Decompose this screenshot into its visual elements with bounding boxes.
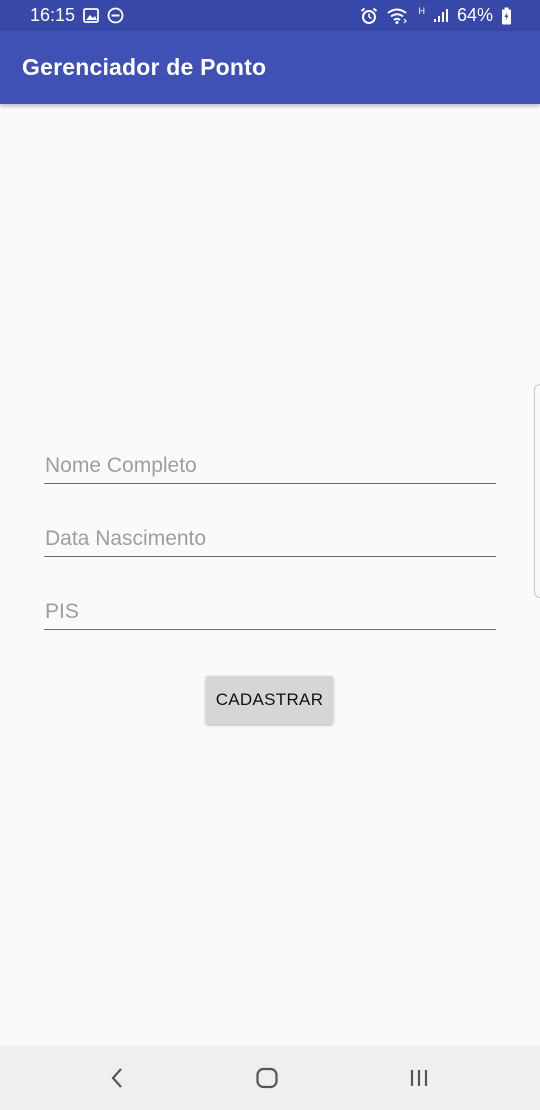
- status-bar: 16:15 H 64%: [0, 0, 540, 31]
- screen: 16:15 H 64% Gerenciador de Ponto Nome Co…: [0, 0, 540, 1110]
- signal-icon: [433, 8, 449, 23]
- data-nascimento-input[interactable]: [44, 517, 496, 556]
- alarm-icon: [360, 7, 378, 25]
- status-left: 16:15: [30, 5, 124, 26]
- recent-apps-button[interactable]: [379, 1046, 459, 1110]
- home-icon: [256, 1067, 278, 1089]
- data-field-container: [44, 517, 496, 557]
- do-not-disturb-icon: [107, 7, 124, 24]
- nome-field-container: [44, 444, 496, 484]
- battery-percent: 64%: [456, 5, 493, 25]
- recent-apps-icon: [410, 1070, 428, 1086]
- wifi-icon: [386, 7, 408, 25]
- image-icon: [83, 8, 99, 23]
- status-time: 16:15: [30, 5, 76, 25]
- cadastrar-button[interactable]: CADASTRAR: [206, 676, 333, 724]
- network-type-label: H: [418, 5, 425, 16]
- nome-completo-input[interactable]: [44, 444, 496, 483]
- navigation-bar: [0, 1046, 540, 1110]
- battery-icon: [501, 7, 512, 25]
- edge-panel-handle[interactable]: [534, 384, 540, 598]
- pis-field-container: [44, 590, 496, 630]
- status-right: H 64%: [360, 5, 512, 26]
- app-title: Gerenciador de Ponto: [22, 54, 267, 80]
- app-bar: Gerenciador de Ponto: [0, 31, 540, 104]
- back-icon: [111, 1068, 122, 1088]
- back-button[interactable]: [77, 1046, 157, 1110]
- pis-input[interactable]: [44, 590, 496, 629]
- home-button[interactable]: [227, 1046, 307, 1110]
